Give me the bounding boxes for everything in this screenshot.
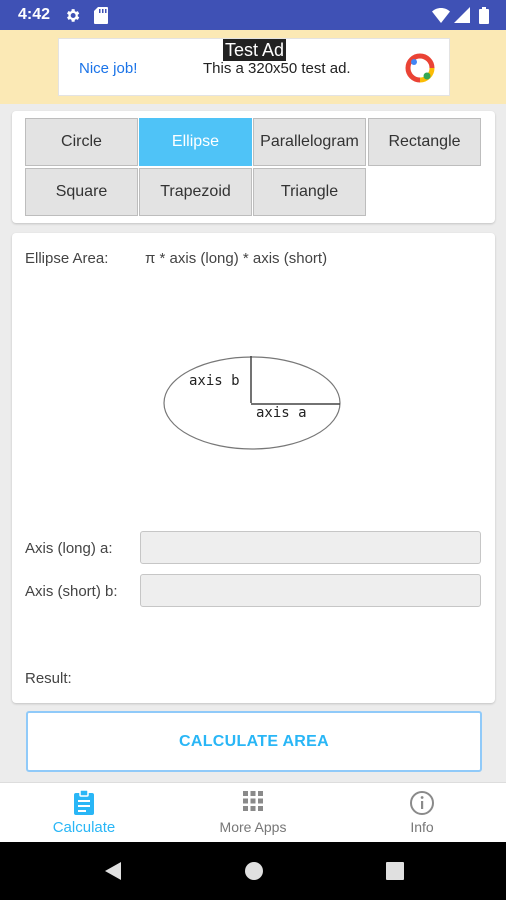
axis-b-label: axis b <box>189 373 240 389</box>
ad-text: This a 320x50 test ad. <box>203 60 351 77</box>
system-navigation-bar <box>0 842 506 900</box>
wifi-icon <box>432 7 450 28</box>
shape-button-rectangle[interactable]: Rectangle <box>368 118 481 166</box>
ad-badge: Test Ad <box>223 39 287 61</box>
shape-button-triangle[interactable]: Triangle <box>253 168 366 216</box>
status-bar: 4:42 <box>0 0 506 30</box>
shape-button-trapezoid[interactable]: Trapezoid <box>139 168 252 216</box>
ellipse-diagram: axis b axis a <box>162 353 342 458</box>
nav-calculate[interactable]: Calculate <box>0 783 168 843</box>
formula-expression: π * axis (long) * axis (short) <box>145 250 328 267</box>
ad-banner: Test Ad Nice job! This a 320x50 test ad. <box>0 30 506 104</box>
sd-card-icon <box>94 7 108 29</box>
axis-short-input[interactable] <box>140 574 481 607</box>
battery-icon <box>479 7 489 29</box>
ad-logo-icon <box>405 53 435 88</box>
nav-info[interactable]: Info <box>338 783 506 843</box>
calculate-area-button[interactable]: CALCULATE AREA <box>26 711 482 772</box>
shape-selector: Circle Ellipse Parallelogram Rectangle S… <box>12 111 495 223</box>
apps-grid-icon <box>242 790 264 817</box>
bottom-navigation: Calculate More Apps Info <box>0 782 506 842</box>
nav-more-apps-label: More Apps <box>219 819 287 835</box>
signal-icon <box>454 7 470 28</box>
gear-icon <box>64 7 81 29</box>
result-label: Result: <box>25 670 72 687</box>
clipboard-icon <box>72 789 96 821</box>
calculator-card: Ellipse Area: π * axis (long) * axis (sh… <box>12 233 495 703</box>
test-ad[interactable]: Test Ad Nice job! This a 320x50 test ad. <box>58 38 450 96</box>
nav-more-apps[interactable]: More Apps <box>169 783 337 843</box>
axis-short-label: Axis (short) b: <box>25 583 118 600</box>
status-time: 4:42 <box>18 6 51 23</box>
nav-info-label: Info <box>410 819 434 835</box>
shape-button-parallelogram[interactable]: Parallelogram <box>253 118 366 166</box>
info-icon <box>409 790 435 821</box>
home-icon[interactable] <box>244 861 264 886</box>
axis-long-input[interactable] <box>140 531 481 564</box>
axis-long-label: Axis (long) a: <box>25 540 113 557</box>
shape-button-circle[interactable]: Circle <box>25 118 138 166</box>
shape-button-ellipse[interactable]: Ellipse <box>139 118 252 166</box>
recents-icon[interactable] <box>385 861 405 886</box>
shape-button-square[interactable]: Square <box>25 168 138 216</box>
back-icon[interactable] <box>103 861 123 886</box>
nav-calculate-label: Calculate <box>52 819 116 836</box>
ad-nice-job: Nice job! <box>79 60 138 77</box>
axis-a-label: axis a <box>256 405 307 421</box>
formula-label: Ellipse Area: <box>25 250 109 267</box>
